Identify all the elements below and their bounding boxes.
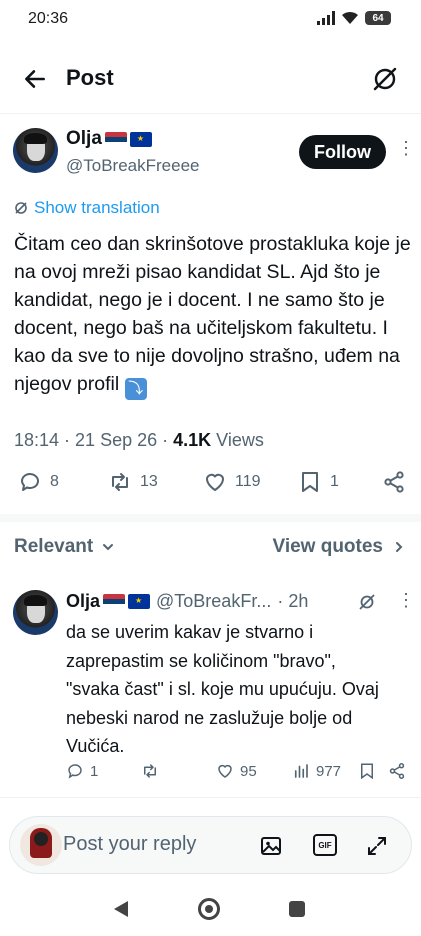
- show-translation-link[interactable]: Show translation: [14, 198, 160, 218]
- reply-views-count: 977: [316, 762, 342, 780]
- eu-flag-icon: [129, 132, 152, 148]
- grok-icon[interactable]: [358, 593, 376, 611]
- grok-icon[interactable]: [371, 65, 399, 93]
- view-quotes-label: View quotes: [272, 536, 383, 557]
- post-meta: 18:14 · 21 Sep 26 · 4.1K Views: [14, 430, 264, 450]
- arrow-down-emoji: ⤵: [124, 378, 147, 400]
- serbia-flag-icon: [103, 594, 126, 609]
- like-count: 119: [235, 473, 261, 490]
- repost-count: 13: [140, 473, 158, 490]
- my-avatar: [20, 824, 62, 866]
- reply-input[interactable]: Post your reply: [63, 833, 196, 856]
- serbia-flag-icon: [104, 132, 127, 148]
- reply-handle[interactable]: @ToBreakFr...: [156, 591, 271, 612]
- reply-composer[interactable]: Post your reply GIF: [9, 816, 412, 874]
- reply-text: da se uverim kakav je stvarno i zaprepas…: [66, 622, 379, 756]
- reply-share-action[interactable]: [388, 762, 406, 780]
- view-quotes-link[interactable]: View quotes: [272, 536, 405, 558]
- reply-header: Olja @ToBreakFr... · 2h: [66, 591, 308, 612]
- chevron-right-icon: [396, 542, 403, 552]
- repost-action[interactable]: 13: [108, 470, 158, 494]
- author-line: Olja: [66, 128, 152, 150]
- nav-home-icon[interactable]: [198, 898, 220, 920]
- eu-flag-icon: [128, 594, 151, 609]
- status-icons: 64: [317, 11, 391, 25]
- repost-icon: [112, 473, 128, 491]
- author-handle[interactable]: @ToBreakFreeee: [66, 156, 200, 176]
- divider: [0, 797, 421, 798]
- divider: [0, 113, 421, 114]
- views-chart-icon: [294, 764, 308, 778]
- page-title: Post: [66, 65, 114, 90]
- reply-count: 8: [50, 473, 59, 490]
- reply-reply-action[interactable]: 1: [66, 762, 98, 780]
- reply-like-action[interactable]: 95: [216, 762, 257, 780]
- bookmark-icon: [361, 763, 373, 780]
- reply-author-name[interactable]: Olja: [66, 591, 100, 612]
- post-text: Čitam ceo dan skrinšotove prostakluka ko…: [14, 230, 414, 400]
- reply-icon: [68, 764, 82, 779]
- views-count: 4.1K: [173, 430, 212, 450]
- repost-icon: [144, 764, 156, 778]
- image-icon[interactable]: [259, 834, 283, 858]
- bookmark-count: 1: [330, 473, 339, 490]
- reply-time: · 2h: [277, 591, 309, 611]
- system-nav-bar: [0, 890, 421, 936]
- post-time: 18:14: [14, 430, 60, 450]
- reply-action[interactable]: 8: [18, 470, 59, 494]
- share-icon: [384, 471, 404, 493]
- reply-views-action[interactable]: 977: [292, 762, 341, 780]
- sort-relevant-label: Relevant: [14, 536, 94, 557]
- signal-icon: [317, 11, 335, 25]
- wifi-icon: [342, 11, 358, 24]
- nav-back-icon[interactable]: [113, 900, 129, 918]
- bookmark-action[interactable]: 1: [298, 470, 339, 494]
- reply-avatar[interactable]: [13, 590, 58, 635]
- reply-like-count: 95: [240, 762, 257, 780]
- reply-more-options-icon[interactable]: ⋮: [397, 591, 415, 609]
- reply-repost-action[interactable]: [141, 762, 159, 780]
- sort-relevant-dropdown[interactable]: Relevant: [14, 536, 115, 558]
- reply-actions: 1 95 977: [0, 762, 421, 786]
- show-translation-label: Show translation: [34, 198, 160, 217]
- more-options-icon[interactable]: ⋮: [397, 139, 415, 157]
- post-actions: 8 13 119 1: [0, 470, 421, 502]
- gif-icon[interactable]: GIF: [313, 834, 337, 856]
- back-arrow-icon[interactable]: [22, 66, 48, 92]
- heart-icon: [218, 764, 232, 778]
- chevron-down-icon: [103, 544, 114, 551]
- top-bar: Post: [0, 52, 421, 104]
- like-action[interactable]: 119: [203, 470, 261, 494]
- translate-icon: [15, 202, 27, 214]
- views-label: Views: [216, 430, 264, 450]
- expand-icon[interactable]: [365, 834, 389, 858]
- avatar[interactable]: [13, 128, 58, 173]
- heart-icon: [206, 473, 224, 491]
- status-time: 20:36: [28, 10, 69, 27]
- bookmark-icon: [302, 472, 318, 492]
- post-body: Čitam ceo dan skrinšotove prostakluka ko…: [14, 233, 411, 395]
- reply-reply-count: 1: [90, 762, 99, 780]
- status-bar: 20:36 64: [0, 0, 421, 40]
- share-action[interactable]: [382, 470, 406, 494]
- reply-bookmark-action[interactable]: [358, 762, 376, 780]
- post-date: 21 Sep 26: [75, 430, 158, 450]
- follow-button[interactable]: Follow: [299, 135, 386, 169]
- share-icon: [389, 763, 405, 779]
- nav-recents-icon[interactable]: [289, 901, 305, 917]
- section-divider: [0, 514, 421, 522]
- author-name[interactable]: Olja: [66, 128, 102, 149]
- battery-icon: 64: [365, 11, 391, 25]
- reply-icon: [21, 473, 39, 491]
